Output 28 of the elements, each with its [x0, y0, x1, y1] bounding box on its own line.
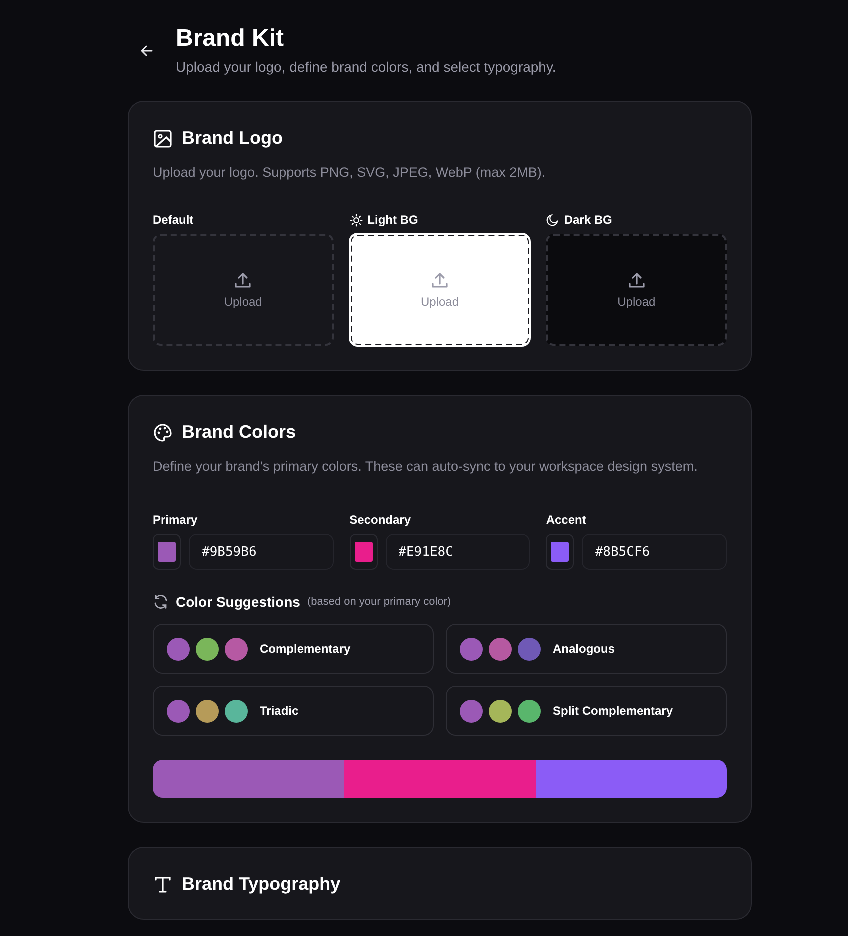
scheme-name: Complementary [260, 642, 351, 656]
card-title: Brand Colors [182, 422, 296, 443]
scheme-name: Triadic [260, 704, 299, 718]
slot-label: Default [153, 213, 194, 227]
page-subtitle: Upload your logo, define brand colors, and select typography. [176, 59, 556, 75]
hex-input[interactable]: #8B5CF6 [582, 534, 727, 570]
hex-input[interactable]: #9B59B6 [189, 534, 334, 570]
section-hint: (based on your primary color) [307, 596, 452, 608]
color-label: Primary [153, 513, 199, 527]
color-label: Accent [546, 513, 588, 527]
suggestion-card[interactable]: Split Complementary [446, 686, 727, 736]
slot-label: Dark BG [564, 213, 612, 227]
page-title: Brand Kit [176, 24, 285, 54]
card-description: Upload your logo. Supports PNG, SVG, JPEG, WebP (max 2MB). [153, 164, 547, 182]
hex-input[interactable]: #E91E8C [386, 534, 530, 570]
upload-dropzone[interactable]: Upload [153, 234, 334, 346]
suggestion-card[interactable]: Complementary [153, 624, 434, 674]
card-title: Brand Typography [182, 874, 341, 895]
section-title: Color Suggestions [176, 594, 300, 610]
card-title: Brand Logo [182, 128, 283, 149]
suggestion-card[interactable]: Analogous [446, 624, 727, 674]
card-description: Define your brand's primary colors. These can auto-sync to your workspace design system. [153, 458, 699, 476]
scheme-name: Split Complementary [553, 704, 674, 718]
suggestion-card[interactable]: Triadic [153, 686, 434, 736]
color-label: Secondary [350, 513, 412, 527]
slot-label: Light BG [368, 213, 418, 227]
upload-dropzone[interactable]: Upload [546, 234, 727, 346]
scheme-name: Analogous [553, 642, 615, 656]
